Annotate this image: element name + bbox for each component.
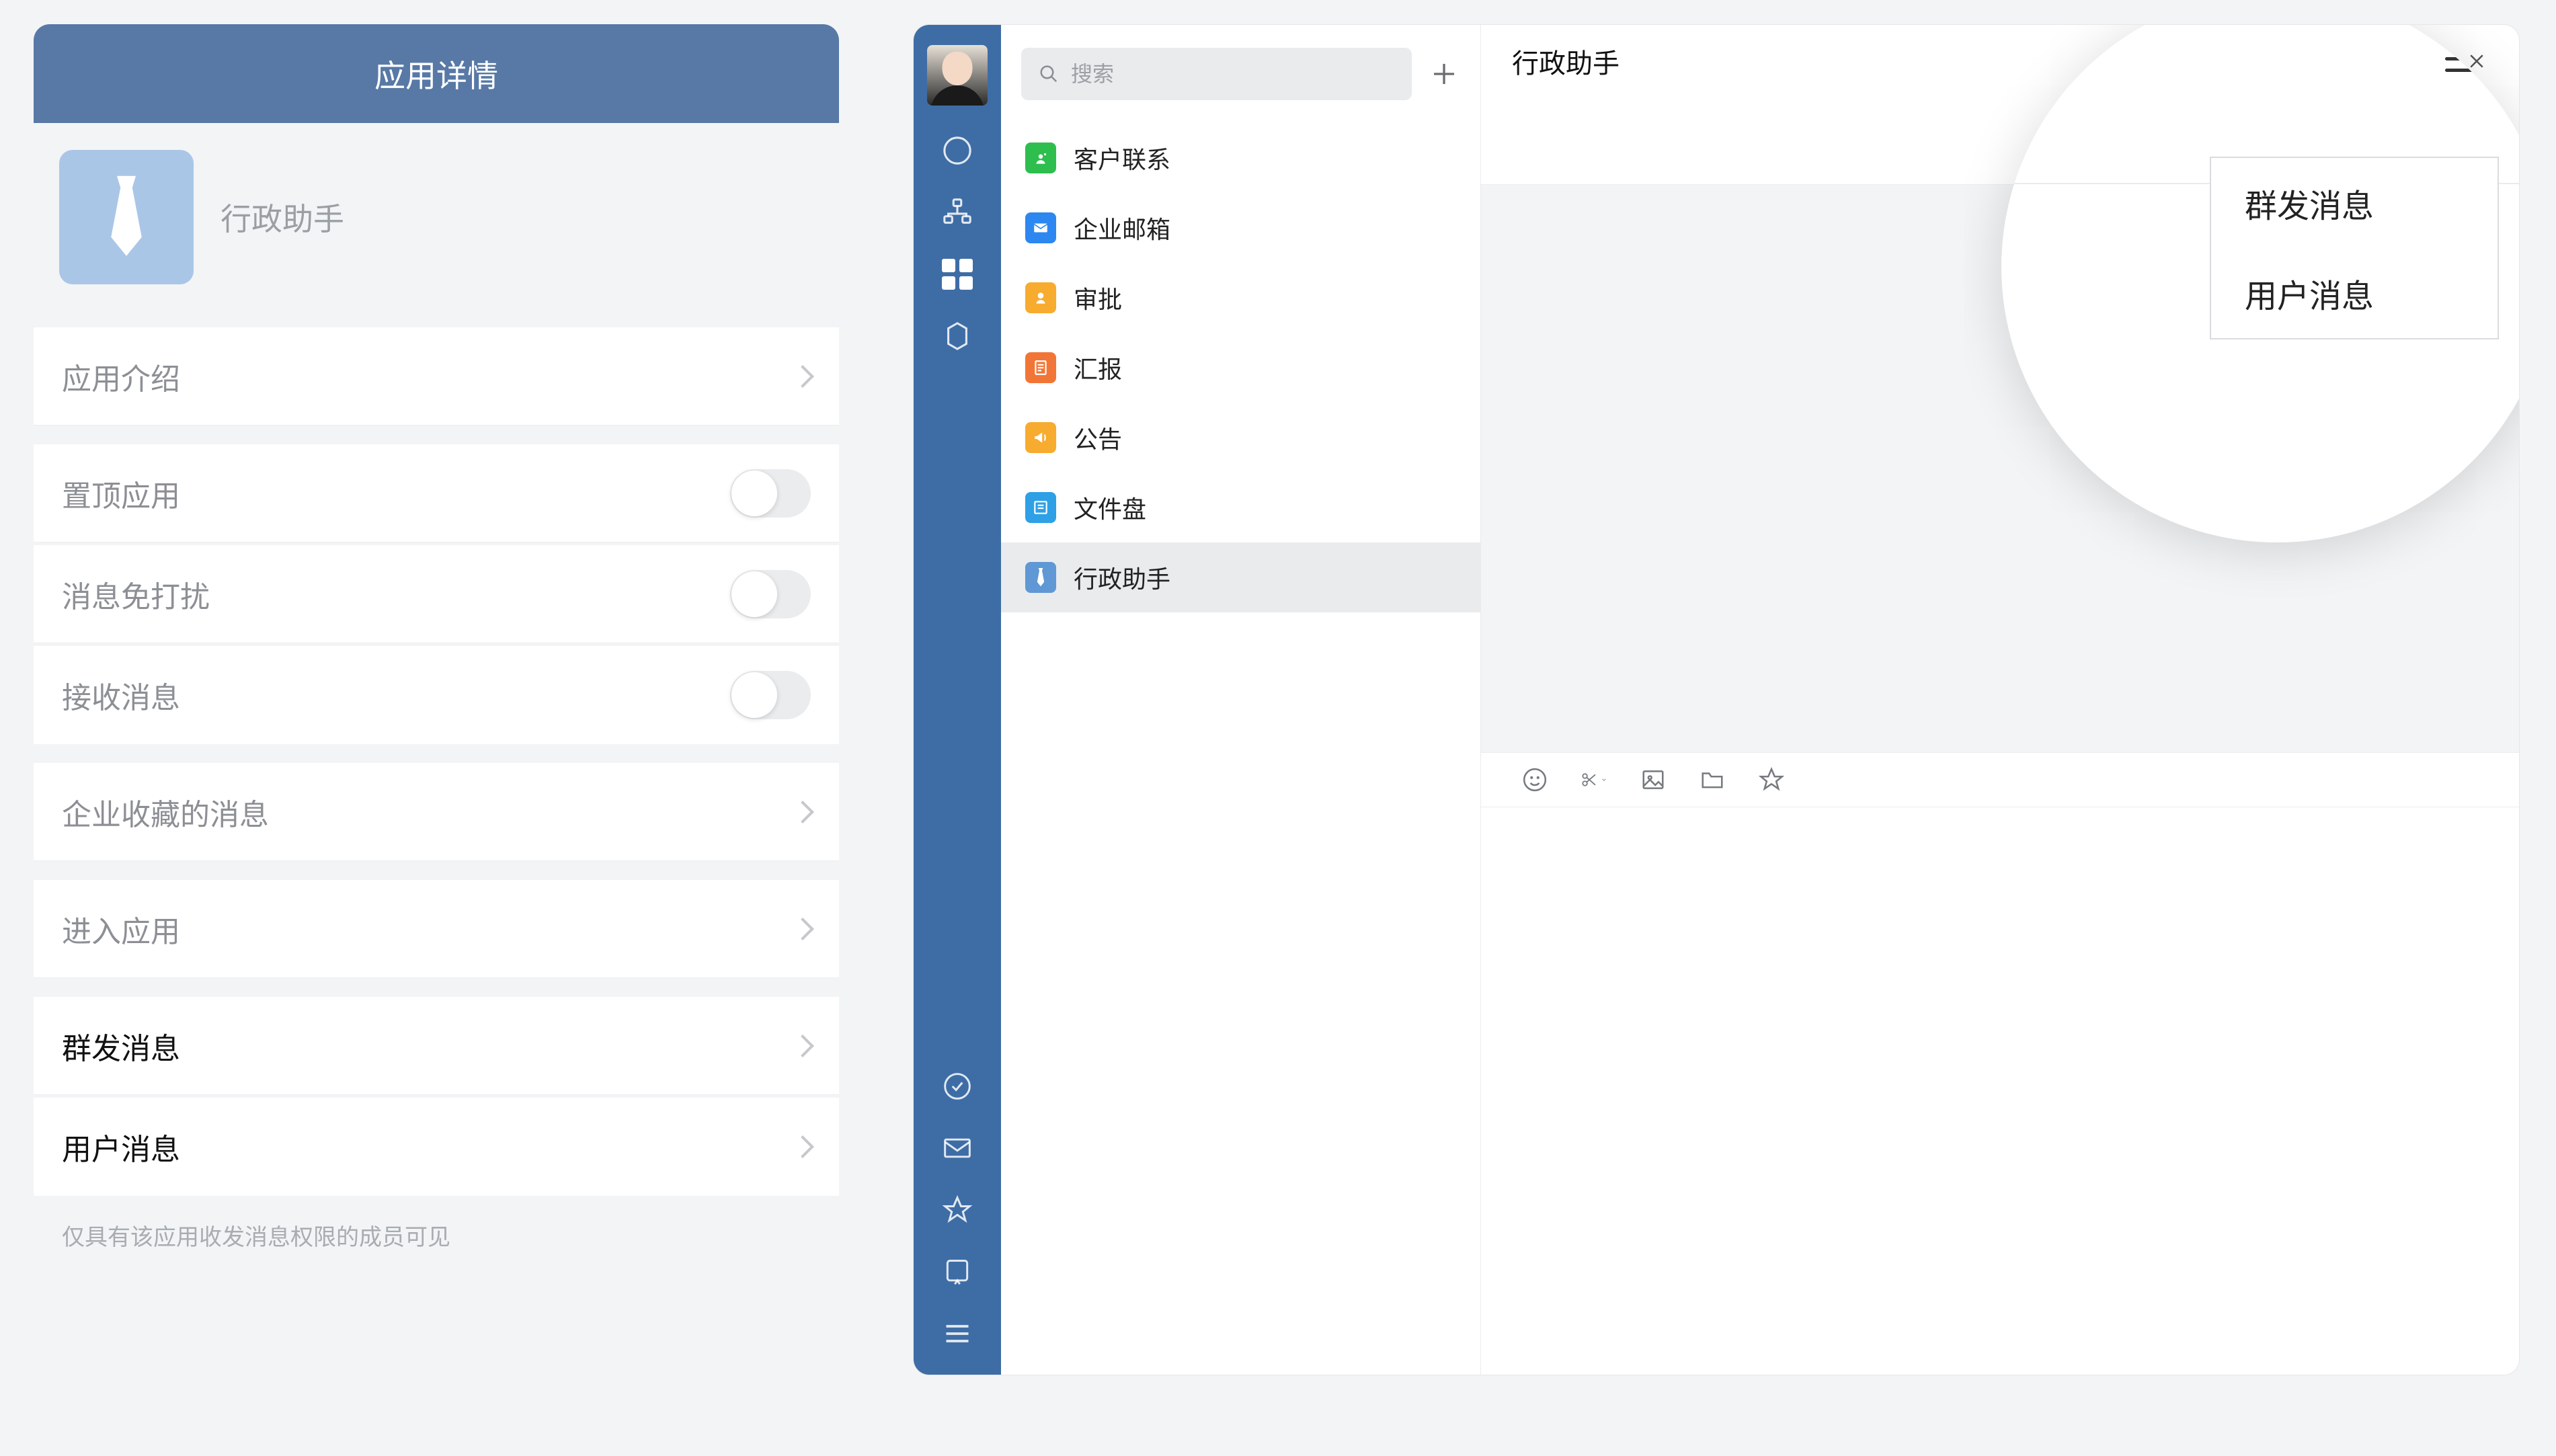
emoji-icon[interactable] [1521,766,1548,793]
tie-icon [59,150,194,284]
app-list-column: 客户联系企业邮箱审批汇报公告文件盘行政助手 [1001,25,1481,1375]
mail-nav-icon[interactable] [941,1131,974,1165]
app-list-item[interactable]: 行政助手 [1001,542,1480,612]
dnd-label: 消息免打扰 [62,573,210,616]
permission-hint: 仅具有该应用收发消息权限的成员可见 [34,1199,839,1272]
apps-icon[interactable] [941,257,974,291]
menu-broadcast[interactable]: 群发消息 [2211,158,2498,248]
search-row [1001,25,1480,123]
main-column: 行政助手 [1481,25,2519,1375]
image-icon[interactable] [1640,766,1667,793]
about-row[interactable]: 应用介绍 [34,327,839,426]
user-avatar[interactable] [927,45,988,106]
app-hero: 行政助手 [34,123,839,311]
approve-icon [1025,282,1056,313]
filedisk-icon [1025,492,1056,523]
pin-row[interactable]: 置顶应用 [34,444,839,542]
editor-toolbar [1481,752,2519,807]
open-label: 进入应用 [62,907,180,951]
receive-row[interactable]: 接收消息 [34,646,839,744]
about-label: 应用介绍 [62,355,180,398]
context-menu: 群发消息 用户消息 [2210,157,2499,339]
message-input[interactable] [1481,807,2519,1375]
app-list-item[interactable]: 公告 [1001,403,1480,473]
tie-icon [1025,562,1056,593]
pin-toggle[interactable] [730,469,811,518]
broadcast-row[interactable]: 群发消息 [34,997,839,1095]
contact-icon [1025,143,1056,173]
app-item-label: 客户联系 [1074,140,1170,175]
collected-row[interactable]: 企业收藏的消息 [34,763,839,861]
chevron-right-icon [791,365,814,388]
app-item-label: 公告 [1074,420,1122,455]
nav-rail [914,25,1001,1375]
chat-icon[interactable] [941,134,974,167]
dnd-toggle[interactable] [730,570,811,618]
main-title: 行政助手 [1512,42,1620,81]
collected-label: 企业收藏的消息 [62,791,269,834]
app-item-label: 企业邮箱 [1074,210,1170,245]
search-input[interactable] [1071,62,1394,87]
star-nav-icon[interactable] [941,1193,974,1227]
folder-icon[interactable] [1699,766,1726,793]
app-item-label: 汇报 [1074,350,1122,385]
user-msg-row[interactable]: 用户消息 [34,1098,839,1196]
chevron-right-icon [791,801,814,823]
app-list-item[interactable]: 企业邮箱 [1001,193,1480,263]
app-list-item[interactable]: 客户联系 [1001,123,1480,193]
app-item-label: 审批 [1074,280,1122,315]
app-item-label: 文件盘 [1074,490,1146,525]
app-detail-panel: 应用详情 行政助手 应用介绍 置顶应用 消息免打扰 接收消息 企业收藏的消息 [34,24,839,1375]
chevron-right-icon [791,1135,814,1158]
pin-label: 置顶应用 [62,472,180,515]
panel-title: 应用详情 [34,24,839,123]
menu-nav-icon[interactable] [941,1317,974,1350]
mail-icon [1025,212,1056,243]
star-icon[interactable] [1758,766,1785,793]
broadcast-label: 群发消息 [62,1024,180,1067]
add-button[interactable] [1428,58,1460,90]
app-list-item[interactable]: 审批 [1001,263,1480,333]
chevron-right-icon [791,918,814,940]
scissor-icon[interactable] [1581,766,1607,793]
chevron-right-icon [791,1035,814,1057]
dnd-row[interactable]: 消息免打扰 [34,545,839,643]
app-item-label: 行政助手 [1074,560,1170,595]
report-icon [1025,352,1056,383]
search-icon [1039,64,1059,84]
org-icon[interactable] [941,196,974,229]
todo-icon[interactable] [941,1069,974,1103]
receive-toggle[interactable] [730,671,811,719]
plus-icon [1431,60,1457,87]
user-msg-label: 用户消息 [62,1125,180,1168]
main-window: 客户联系企业邮箱审批汇报公告文件盘行政助手 行政助手 [913,24,2520,1375]
app-list-item[interactable]: 汇报 [1001,333,1480,403]
app-name: 行政助手 [221,195,344,239]
announce-icon [1025,422,1056,453]
receive-label: 接收消息 [62,674,180,717]
open-app-row[interactable]: 进入应用 [34,880,839,978]
doc-icon[interactable] [941,319,974,353]
search-box[interactable] [1021,48,1412,100]
app-list-item[interactable]: 文件盘 [1001,473,1480,542]
clipboard-icon[interactable] [941,1255,974,1289]
menu-user-msg[interactable]: 用户消息 [2211,248,2498,338]
